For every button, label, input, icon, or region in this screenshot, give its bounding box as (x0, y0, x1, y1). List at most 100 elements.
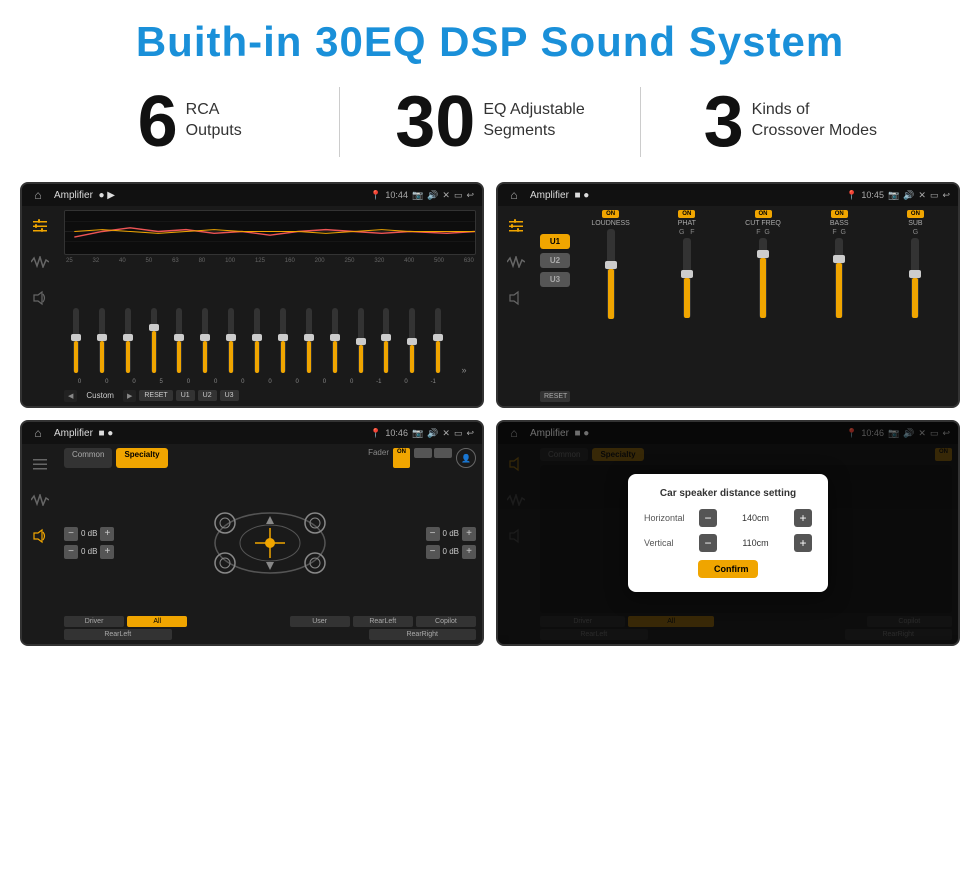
crossover-preset-u2[interactable]: U2 (540, 253, 570, 268)
eq-next-button[interactable]: ▶ (123, 390, 136, 402)
stat-divider-1 (339, 87, 340, 157)
crossover-main-content: U1 U2 U3 RESET ON LOUDNESS (534, 206, 958, 406)
fader-app-title: Amplifier ■ ● (54, 428, 366, 439)
tab-specialty[interactable]: Specialty (116, 448, 167, 468)
vol-row-left-top: − 0 dB + (64, 527, 114, 541)
car-diagram (205, 498, 335, 588)
eq-expand[interactable]: » (452, 365, 476, 375)
eq-slider-14[interactable] (426, 308, 450, 375)
crossover-icon-sliders[interactable] (502, 212, 530, 240)
stat-number-crossover: 3 (704, 86, 744, 158)
fader-right-controls: − 0 dB + − 0 dB + (426, 472, 476, 613)
eq-slider-0[interactable] (64, 308, 88, 375)
eq-slider-4[interactable] (168, 308, 192, 375)
vol-right-top-plus[interactable]: + (462, 527, 476, 541)
eq-reset-button[interactable]: RESET (139, 390, 172, 401)
btn-driver[interactable]: Driver (64, 616, 124, 627)
fader-icon-speaker[interactable] (26, 522, 54, 550)
eq-slider-7[interactable] (245, 308, 269, 375)
crossover-icon-speaker[interactable] (502, 284, 530, 312)
home-icon[interactable]: ⌂ (30, 187, 46, 203)
eq-value-labels: 00050000000-10-1 (64, 379, 476, 385)
eq-icon-wave[interactable] (26, 248, 54, 276)
eq-slider-10[interactable] (323, 308, 347, 375)
ch-cutfreq-slider[interactable] (759, 238, 767, 318)
tab-common[interactable]: Common (64, 448, 112, 468)
ch-loudness-on[interactable]: ON (602, 210, 619, 218)
crossover-preset-u1[interactable]: U1 (540, 234, 570, 249)
crossover-icon-wave[interactable] (502, 248, 530, 276)
eq-slider-12[interactable] (375, 308, 399, 375)
eq-slider-13[interactable] (400, 308, 424, 375)
eq-icon-sliders[interactable] (26, 212, 54, 240)
dialog-box: Car speaker distance setting Horizontal … (628, 474, 828, 592)
fader-home-icon[interactable]: ⌂ (30, 425, 46, 441)
fader-bottom-row2: RearLeft RearRight (64, 629, 476, 640)
dialog-horizontal-plus[interactable]: + (794, 509, 812, 527)
dialog-confirm-button[interactable]: Confirm (698, 560, 758, 578)
vol-left-bot-minus[interactable]: − (64, 545, 78, 559)
vol-left-top-plus[interactable]: + (100, 527, 114, 541)
ch-sub-on[interactable]: ON (907, 210, 924, 218)
crossover-preset-u3[interactable]: U3 (540, 272, 570, 287)
vol-right-bot-plus[interactable]: + (462, 545, 476, 559)
eq-icon-speaker[interactable] (26, 284, 54, 312)
eq-u1-button[interactable]: U1 (176, 390, 195, 401)
fader-bottom-btns: Driver All User RearLeft Copilot (64, 616, 476, 627)
vol-left-top-minus[interactable]: − (64, 527, 78, 541)
fader-time: 10:46 (385, 428, 408, 438)
ch-cutfreq-on[interactable]: ON (755, 210, 772, 218)
eq-slider-1[interactable] (90, 308, 114, 375)
btn-rearleft[interactable]: RearLeft (353, 616, 413, 627)
crossover-app-title: Amplifier ■ ● (530, 190, 842, 201)
fader-main-content: Common Specialty Fader ON 👤 − (58, 444, 482, 644)
fader-icon-sliders[interactable] (26, 450, 54, 478)
ch-sub-slider[interactable] (911, 238, 919, 318)
eq-slider-11[interactable] (349, 308, 373, 375)
ch-phat-slider[interactable] (683, 238, 691, 318)
stat-text-crossover: Kinds of Crossover Modes (752, 86, 877, 142)
eq-slider-5[interactable] (193, 308, 217, 375)
crossover-presets: U1 U2 U3 RESET (540, 210, 570, 402)
crossover-home-icon[interactable]: ⌂ (506, 187, 522, 203)
crossover-reset-btn[interactable]: RESET (540, 391, 570, 402)
eq-slider-9[interactable] (297, 308, 321, 375)
vol-right-bot-minus[interactable]: − (426, 545, 440, 559)
fader-status-icons: 📍10:46 📷🔊✕▭↩ (370, 428, 474, 439)
fader-on-btn[interactable]: ON (393, 448, 410, 468)
eq-status-bar: ⌂ Amplifier ● ▶ 📍10:44 📷🔊✕▭↩ (22, 184, 482, 206)
eq-prev-button[interactable]: ◀ (64, 390, 77, 402)
vol-right-top-minus[interactable]: − (426, 527, 440, 541)
fader-icon-wave[interactable] (26, 486, 54, 514)
btn-user[interactable]: User (290, 616, 350, 627)
stat-eq: 30 EQ Adjustable Segments (360, 86, 619, 158)
ch-phat-on[interactable]: ON (678, 210, 695, 218)
dialog-vertical-label: Vertical (644, 538, 699, 548)
eq-slider-3[interactable] (142, 308, 166, 375)
dialog-horizontal-minus[interactable]: − (699, 509, 717, 527)
fader-status-bar: ⌂ Amplifier ■ ● 📍10:46 📷🔊✕▭↩ (22, 422, 482, 444)
btn-copilot[interactable]: Copilot (416, 616, 476, 627)
dialog-vertical-minus[interactable]: − (699, 534, 717, 552)
eq-slider-6[interactable] (219, 308, 243, 375)
eq-screen-body: 253240506380100125160200250320400500630 (22, 206, 482, 406)
ch-bass-slider[interactable] (835, 238, 843, 318)
fader-person-icon: 👤 (456, 448, 476, 468)
vol-left-bot-plus[interactable]: + (100, 545, 114, 559)
eq-u3-button[interactable]: U3 (220, 390, 239, 401)
btn-rearright[interactable]: RearRight (369, 629, 477, 640)
ch-bass-on[interactable]: ON (831, 210, 848, 218)
eq-slider-2[interactable] (116, 308, 140, 375)
btn-all[interactable]: All (127, 616, 187, 627)
dialog-vertical-value: 110cm (717, 538, 794, 548)
eq-u2-button[interactable]: U2 (198, 390, 217, 401)
dialog-vertical-plus[interactable]: + (794, 534, 812, 552)
crossover-side-icons (498, 206, 534, 406)
btn-rearleft2[interactable]: RearLeft (64, 629, 172, 640)
eq-slider-8[interactable] (271, 308, 295, 375)
eq-preset-label: Custom (80, 389, 120, 402)
eq-chart (64, 210, 476, 255)
ch-loudness-slider[interactable] (607, 229, 615, 319)
dialog-vertical-row: Vertical − 110cm + (644, 534, 812, 552)
eq-status-icons: 📍10:44 📷🔊✕▭↩ (370, 190, 474, 201)
